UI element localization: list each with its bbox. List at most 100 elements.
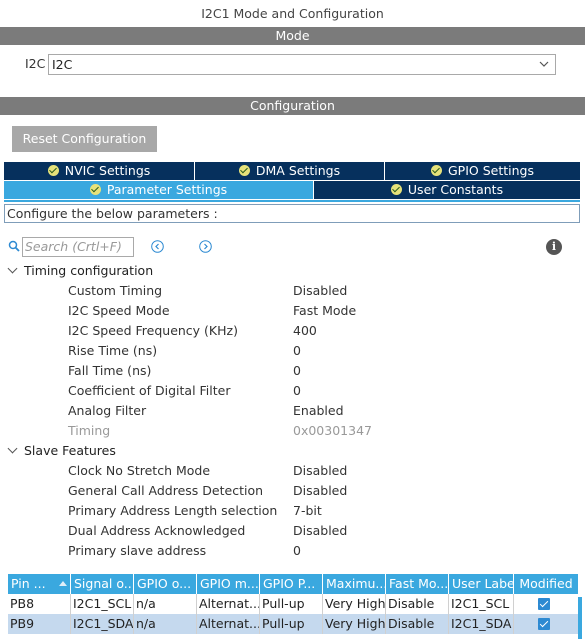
param-row-address-length[interactable]: Primary Address Length selection 7-bit xyxy=(0,501,585,521)
mode-select-value: I2C xyxy=(52,57,73,72)
cell-gpio-output: n/a xyxy=(134,614,197,634)
tab-dma-settings[interactable]: DMA Settings xyxy=(195,162,385,180)
cell-modified xyxy=(514,614,578,634)
param-row-digital-filter[interactable]: Coefficient of Digital Filter 0 xyxy=(0,381,585,401)
column-header-pin[interactable]: Pin ... xyxy=(8,574,71,594)
cell-user-label: I2C1_SCL xyxy=(449,594,514,614)
param-name: Dual Address Acknowledged xyxy=(68,523,246,538)
group-title: Slave Features xyxy=(24,443,116,458)
cell-user-label: I2C1_SDA xyxy=(449,614,514,634)
configuration-section-header: Configuration xyxy=(0,97,585,115)
window-title: I2C1 Mode and Configuration xyxy=(201,6,384,21)
param-row-general-call[interactable]: General Call Address Detection Disabled xyxy=(0,481,585,501)
param-value[interactable]: Disabled xyxy=(293,481,347,501)
cell-signal: I2C1_SDA xyxy=(71,614,134,634)
param-value[interactable]: 0 xyxy=(293,381,301,401)
param-value[interactable]: 0 xyxy=(293,541,301,561)
param-name: Custom Timing xyxy=(68,283,163,298)
column-header-fast-mode[interactable]: Fast Mo... xyxy=(386,574,449,594)
cell-signal: I2C1_SCL xyxy=(71,594,134,614)
param-row-slave-address[interactable]: Primary slave address 0 xyxy=(0,541,585,561)
param-row-custom-timing[interactable]: Custom Timing Disabled xyxy=(0,281,585,301)
group-title: Timing configuration xyxy=(24,263,154,278)
param-row-fall-time[interactable]: Fall Time (ns) 0 xyxy=(0,361,585,381)
column-header-user-label[interactable]: User Label xyxy=(449,574,514,594)
chevron-down-icon xyxy=(8,445,18,455)
info-icon[interactable]: i xyxy=(546,239,562,255)
cell-gpio-pull: Pull-up xyxy=(260,594,323,614)
column-header-gpio-mode[interactable]: GPIO m... xyxy=(197,574,260,594)
table-row[interactable]: PB8 I2C1_SCL n/a Alternat... Pull-up Ver… xyxy=(8,594,578,614)
param-value[interactable]: Fast Mode xyxy=(293,301,356,321)
param-value[interactable]: 7-bit xyxy=(293,501,322,521)
table-header: Pin ... Signal o... GPIO o... GPIO m... … xyxy=(8,574,578,594)
check-circle-icon xyxy=(89,184,101,195)
param-row-rise-time[interactable]: Rise Time (ns) 0 xyxy=(0,341,585,361)
param-value[interactable]: Disabled xyxy=(293,281,347,301)
cell-max-speed: Very High xyxy=(323,614,386,634)
cell-fast-mode: Disable xyxy=(386,594,449,614)
mode-row: I2C I2C xyxy=(0,45,585,93)
param-name: Coefficient of Digital Filter xyxy=(68,383,231,398)
check-circle-icon xyxy=(390,184,402,195)
param-row-clock-no-stretch[interactable]: Clock No Stretch Mode Disabled xyxy=(0,461,585,481)
tab-label: Parameter Settings xyxy=(106,182,228,197)
modified-checkbox[interactable] xyxy=(538,598,550,610)
param-row-speed-frequency[interactable]: I2C Speed Frequency (KHz) 400 xyxy=(0,321,585,341)
cell-modified xyxy=(514,594,578,614)
group-slave-features[interactable]: Slave Features xyxy=(8,441,116,461)
column-header-gpio-pull[interactable]: GPIO P... xyxy=(260,574,323,594)
param-row-analog-filter[interactable]: Analog Filter Enabled xyxy=(0,401,585,421)
group-timing-configuration[interactable]: Timing configuration xyxy=(8,261,153,281)
check-circle-icon xyxy=(47,165,59,176)
column-header-modified[interactable]: Modified xyxy=(514,574,578,594)
table-row[interactable]: PB9 I2C1_SDA n/a Alternat... Pull-up Ver… xyxy=(8,614,578,634)
chevron-down-icon xyxy=(539,61,549,67)
search-icon[interactable] xyxy=(8,240,20,252)
param-name: Primary slave address xyxy=(68,543,207,558)
param-name: Timing xyxy=(68,423,111,438)
previous-result-icon[interactable] xyxy=(151,240,164,253)
table-scrollbar[interactable] xyxy=(578,597,582,639)
param-name: Analog Filter xyxy=(68,403,147,418)
param-row-speed-mode[interactable]: I2C Speed Mode Fast Mode xyxy=(0,301,585,321)
param-name: Fall Time (ns) xyxy=(68,363,152,378)
tab-nvic-settings[interactable]: NVIC Settings xyxy=(4,162,195,180)
param-name: Clock No Stretch Mode xyxy=(68,463,211,478)
mode-field-label: I2C xyxy=(25,56,46,71)
next-result-icon[interactable] xyxy=(199,240,212,253)
check-circle-icon xyxy=(238,165,250,176)
column-header-max-speed[interactable]: Maximu... xyxy=(323,574,386,594)
param-value[interactable]: Disabled xyxy=(293,521,347,541)
parameters-description: Configure the below parameters : xyxy=(4,204,580,223)
column-header-gpio-output[interactable]: GPIO o... xyxy=(134,574,197,594)
cell-pin: PB8 xyxy=(8,594,71,614)
mode-section-header: Mode xyxy=(0,27,585,45)
tab-label: User Constants xyxy=(407,182,504,197)
param-name: General Call Address Detection xyxy=(68,483,264,498)
tab-label: NVIC Settings xyxy=(64,163,151,178)
reset-configuration-button[interactable]: Reset Configuration xyxy=(12,126,157,152)
tab-gpio-settings[interactable]: GPIO Settings xyxy=(385,162,580,180)
i2c-mode-select[interactable]: I2C xyxy=(48,54,556,75)
param-name: Rise Time (ns) xyxy=(68,343,158,358)
param-value[interactable]: Enabled xyxy=(293,401,344,421)
tab-parameter-settings[interactable]: Parameter Settings xyxy=(4,181,314,199)
sort-ascending-icon xyxy=(59,581,67,586)
check-circle-icon xyxy=(431,165,442,176)
tab-label: DMA Settings xyxy=(255,163,341,178)
param-value[interactable]: 400 xyxy=(293,321,317,341)
column-header-signal[interactable]: Signal o... xyxy=(71,574,134,594)
cell-max-speed: Very High xyxy=(323,594,386,614)
param-name: I2C Speed Mode xyxy=(68,303,170,318)
tabs-underline xyxy=(4,200,580,202)
param-value[interactable]: 0 xyxy=(293,341,301,361)
param-value[interactable]: 0 xyxy=(293,361,301,381)
modified-checkbox[interactable] xyxy=(538,618,550,630)
param-row-dual-address[interactable]: Dual Address Acknowledged Disabled xyxy=(0,521,585,541)
param-name: Primary Address Length selection xyxy=(68,503,278,518)
param-value[interactable]: Disabled xyxy=(293,461,347,481)
search-input[interactable]: Search (Crtl+F) xyxy=(22,237,134,257)
param-value: 0x00301347 xyxy=(293,423,372,438)
tab-user-constants[interactable]: User Constants xyxy=(314,181,580,199)
